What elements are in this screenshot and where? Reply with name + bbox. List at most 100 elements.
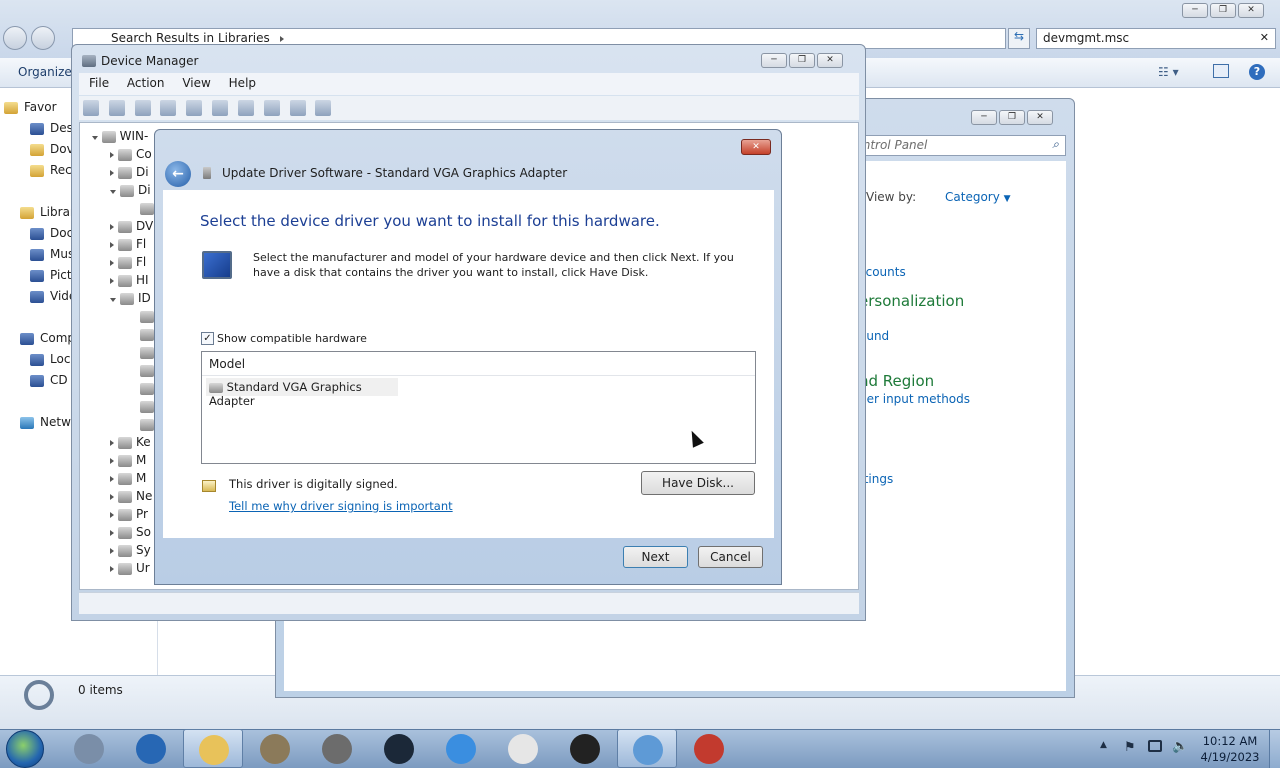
tree-node[interactable]: So xyxy=(110,525,151,539)
taskbar-app-button[interactable] xyxy=(431,729,491,768)
minimize-button[interactable]: ─ xyxy=(1182,3,1208,18)
dialog-close-button[interactable]: ✕ xyxy=(741,139,771,155)
tree-node[interactable]: Fl xyxy=(110,237,146,251)
category-dropdown[interactable]: Category ▼ xyxy=(945,190,1011,204)
refresh-button[interactable]: ⇆ xyxy=(1008,28,1030,49)
collapse-icon[interactable] xyxy=(110,298,116,302)
driver-signing-link[interactable]: Tell me why driver signing is important xyxy=(229,499,453,513)
uninstall-icon[interactable] xyxy=(289,100,306,116)
model-list[interactable]: Model Standard VGA Graphics Adapter xyxy=(201,351,756,464)
expand-icon[interactable] xyxy=(110,170,114,176)
menu-view[interactable]: View xyxy=(182,76,210,90)
show-hide-tree-icon[interactable] xyxy=(134,100,151,116)
tree-node[interactable]: DV xyxy=(110,219,153,233)
maximize-button[interactable]: ❐ xyxy=(1210,3,1236,18)
dm-maximize-button[interactable]: ❐ xyxy=(789,53,815,68)
tree-root[interactable]: WIN- xyxy=(120,129,149,143)
taskbar-app-button[interactable] xyxy=(679,729,739,768)
menu-action[interactable]: Action xyxy=(127,76,165,90)
nav-item[interactable]: CD xyxy=(30,373,68,387)
action-pane-icon[interactable] xyxy=(212,100,229,116)
cp-heading-personalization[interactable]: ersonalization xyxy=(859,292,964,310)
cp-search-input[interactable]: Control Panel ⌕ xyxy=(836,135,1066,156)
volume-icon[interactable]: 🔈 xyxy=(1172,739,1188,754)
show-hidden-icons[interactable]: ▲ xyxy=(1100,740,1107,750)
tree-node[interactable]: M xyxy=(110,471,146,485)
organize-button[interactable]: Organize xyxy=(18,65,72,79)
expand-icon[interactable] xyxy=(110,224,114,230)
taskbar-app-button[interactable] xyxy=(121,729,181,768)
cp-close-button[interactable]: ✕ xyxy=(1027,110,1053,125)
expand-icon[interactable] xyxy=(110,440,114,446)
properties-icon[interactable] xyxy=(160,100,177,116)
scan-hardware-icon[interactable] xyxy=(237,100,254,116)
collapse-icon[interactable] xyxy=(110,190,116,194)
nav-item[interactable]: Mus xyxy=(30,247,74,261)
cancel-button[interactable]: Cancel xyxy=(698,546,763,568)
expand-icon[interactable] xyxy=(110,548,114,554)
cp-heading-region[interactable]: nd Region xyxy=(859,372,934,390)
search-input[interactable]: devmgmt.msc ✕ xyxy=(1036,28,1276,49)
tree-node[interactable]: Sy xyxy=(110,543,151,557)
expand-icon[interactable] xyxy=(110,530,114,536)
taskbar-app-button[interactable] xyxy=(555,729,615,768)
forward-arrow-icon[interactable] xyxy=(108,100,125,116)
tree-node[interactable]: Co xyxy=(110,147,152,161)
tree-node[interactable]: ID xyxy=(110,291,151,305)
nav-item[interactable]: Comp xyxy=(20,331,75,345)
tree-node[interactable]: M xyxy=(110,453,146,467)
start-button[interactable] xyxy=(6,730,44,768)
clock[interactable]: 10:12 AM 4/19/2023 xyxy=(1196,733,1264,765)
nav-item[interactable]: Vide xyxy=(30,289,76,303)
nav-item[interactable]: Librar xyxy=(20,205,75,219)
expand-icon[interactable] xyxy=(110,566,114,572)
forward-button[interactable] xyxy=(31,26,55,50)
expand-icon[interactable] xyxy=(110,242,114,248)
tree-node[interactable]: Ur xyxy=(110,561,150,575)
cp-link-input-methods[interactable]: her input methods xyxy=(859,392,970,406)
expand-icon[interactable] xyxy=(110,458,114,464)
nav-item[interactable]: Des xyxy=(30,121,73,135)
tree-node[interactable]: Ke xyxy=(110,435,151,449)
taskbar-app-button[interactable] xyxy=(493,729,553,768)
nav-item[interactable]: Dov xyxy=(30,142,74,156)
preview-pane-icon[interactable] xyxy=(1213,64,1229,78)
disable-device-icon[interactable] xyxy=(315,100,332,116)
tree-node[interactable]: Di xyxy=(110,165,149,179)
view-options-icon[interactable]: ☷ ▾ xyxy=(1158,65,1188,79)
back-button[interactable] xyxy=(3,26,27,50)
expand-icon[interactable] xyxy=(110,152,114,158)
show-desktop-button[interactable] xyxy=(1269,730,1280,768)
tree-node[interactable]: Ne xyxy=(110,489,152,503)
expand-icon[interactable] xyxy=(110,278,114,284)
expand-icon[interactable] xyxy=(110,512,114,518)
model-column-header[interactable]: Model xyxy=(202,352,755,376)
taskbar-app-button[interactable] xyxy=(617,729,677,768)
next-button[interactable]: Next xyxy=(623,546,688,568)
taskbar-app-button[interactable] xyxy=(183,729,243,768)
update-driver-icon[interactable] xyxy=(263,100,280,116)
tree-node[interactable]: HI xyxy=(110,273,149,287)
nav-item[interactable]: Netw xyxy=(20,415,71,429)
tree-node[interactable]: Fl xyxy=(110,255,146,269)
nav-item[interactable]: Favor xyxy=(4,100,57,114)
expand-icon[interactable] xyxy=(110,476,114,482)
cp-maximize-button[interactable]: ❐ xyxy=(999,110,1025,125)
dialog-back-button[interactable]: ← xyxy=(165,161,191,187)
taskbar-app-button[interactable] xyxy=(307,729,367,768)
show-compatible-checkbox[interactable]: ✓ xyxy=(201,332,214,345)
help-book-icon[interactable] xyxy=(186,100,203,116)
show-compatible-label[interactable]: Show compatible hardware xyxy=(217,332,367,345)
clear-search-icon[interactable]: ✕ xyxy=(1260,31,1269,44)
expand-icon[interactable] xyxy=(110,260,114,266)
menu-file[interactable]: File xyxy=(89,76,109,90)
menu-help[interactable]: Help xyxy=(229,76,256,90)
dm-close-button[interactable]: ✕ xyxy=(817,53,843,68)
help-icon[interactable]: ? xyxy=(1249,64,1265,80)
cp-link-accounts[interactable]: ccounts xyxy=(859,265,906,279)
taskbar-app-button[interactable] xyxy=(245,729,305,768)
nav-item[interactable]: Rec xyxy=(30,163,72,177)
network-icon[interactable] xyxy=(1148,740,1162,752)
dm-minimize-button[interactable]: ─ xyxy=(761,53,787,68)
expand-icon[interactable] xyxy=(110,494,114,500)
